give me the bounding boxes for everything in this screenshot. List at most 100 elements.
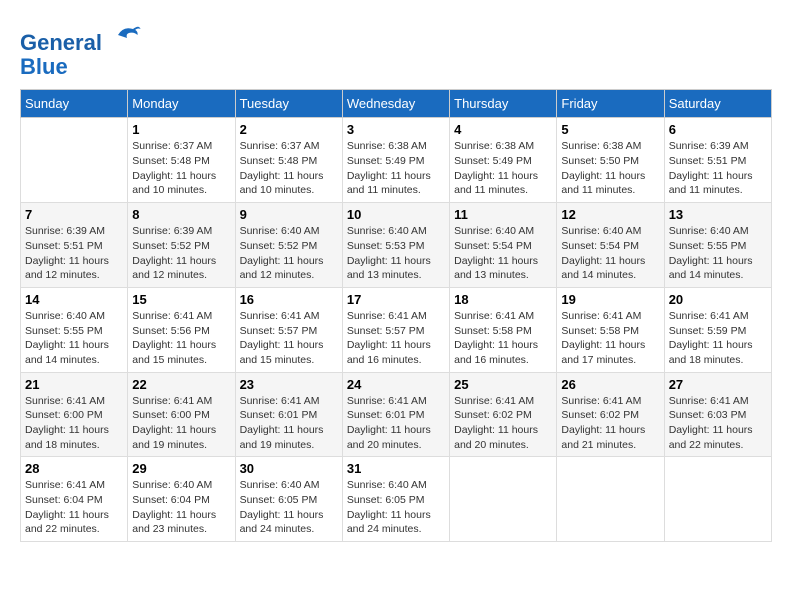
day-number: 25 bbox=[454, 377, 552, 392]
day-info: Sunrise: 6:41 AM Sunset: 6:02 PM Dayligh… bbox=[454, 394, 552, 453]
day-info: Sunrise: 6:41 AM Sunset: 6:00 PM Dayligh… bbox=[132, 394, 230, 453]
day-number: 14 bbox=[25, 292, 123, 307]
day-number: 2 bbox=[240, 122, 338, 137]
header-wednesday: Wednesday bbox=[342, 90, 449, 118]
day-cell: 18 Sunrise: 6:41 AM Sunset: 5:58 PM Dayli… bbox=[450, 287, 557, 372]
day-number: 24 bbox=[347, 377, 445, 392]
day-number: 4 bbox=[454, 122, 552, 137]
calendar-header-row: SundayMondayTuesdayWednesdayThursdayFrid… bbox=[21, 90, 772, 118]
logo: General Blue bbox=[20, 20, 142, 79]
day-number: 9 bbox=[240, 207, 338, 222]
calendar-table: SundayMondayTuesdayWednesdayThursdayFrid… bbox=[20, 89, 772, 542]
week-row-3: 14 Sunrise: 6:40 AM Sunset: 5:55 PM Dayli… bbox=[21, 287, 772, 372]
day-cell bbox=[557, 457, 664, 542]
day-info: Sunrise: 6:38 AM Sunset: 5:49 PM Dayligh… bbox=[347, 139, 445, 198]
day-number: 20 bbox=[669, 292, 767, 307]
day-info: Sunrise: 6:41 AM Sunset: 6:03 PM Dayligh… bbox=[669, 394, 767, 453]
day-number: 15 bbox=[132, 292, 230, 307]
day-cell: 12 Sunrise: 6:40 AM Sunset: 5:54 PM Dayli… bbox=[557, 203, 664, 288]
day-info: Sunrise: 6:38 AM Sunset: 5:50 PM Dayligh… bbox=[561, 139, 659, 198]
day-info: Sunrise: 6:40 AM Sunset: 5:52 PM Dayligh… bbox=[240, 224, 338, 283]
day-cell: 8Sunrise: 6:39 AM Sunset: 5:52 PM Daylig… bbox=[128, 203, 235, 288]
day-number: 29 bbox=[132, 461, 230, 476]
header-tuesday: Tuesday bbox=[235, 90, 342, 118]
day-number: 6 bbox=[669, 122, 767, 137]
day-info: Sunrise: 6:40 AM Sunset: 5:55 PM Dayligh… bbox=[669, 224, 767, 283]
day-info: Sunrise: 6:39 AM Sunset: 5:51 PM Dayligh… bbox=[669, 139, 767, 198]
day-number: 26 bbox=[561, 377, 659, 392]
day-cell: 15Sunrise: 6:41 AM Sunset: 5:56 PM Dayli… bbox=[128, 287, 235, 372]
day-number: 13 bbox=[669, 207, 767, 222]
day-info: Sunrise: 6:41 AM Sunset: 5:59 PM Dayligh… bbox=[669, 309, 767, 368]
day-cell: 20 Sunrise: 6:41 AM Sunset: 5:59 PM Dayli… bbox=[664, 287, 771, 372]
day-info: Sunrise: 6:40 AM Sunset: 5:53 PM Dayligh… bbox=[347, 224, 445, 283]
day-cell bbox=[664, 457, 771, 542]
day-cell: 3 Sunrise: 6:38 AM Sunset: 5:49 PM Daylig… bbox=[342, 118, 449, 203]
day-cell: 29 Sunrise: 6:40 AM Sunset: 6:04 PM Dayli… bbox=[128, 457, 235, 542]
day-info: Sunrise: 6:37 AM Sunset: 5:48 PM Dayligh… bbox=[240, 139, 338, 198]
day-number: 12 bbox=[561, 207, 659, 222]
logo-text: General Blue bbox=[20, 20, 142, 79]
day-number: 10 bbox=[347, 207, 445, 222]
day-cell: 25 Sunrise: 6:41 AM Sunset: 6:02 PM Dayli… bbox=[450, 372, 557, 457]
day-number: 17 bbox=[347, 292, 445, 307]
day-cell: 4 Sunrise: 6:38 AM Sunset: 5:49 PM Daylig… bbox=[450, 118, 557, 203]
day-cell: 6 Sunrise: 6:39 AM Sunset: 5:51 PM Daylig… bbox=[664, 118, 771, 203]
page-header: General Blue bbox=[20, 20, 772, 79]
day-info: Sunrise: 6:39 AM Sunset: 5:51 PM Dayligh… bbox=[25, 224, 123, 283]
day-cell: 26 Sunrise: 6:41 AM Sunset: 6:02 PM Dayli… bbox=[557, 372, 664, 457]
day-info: Sunrise: 6:41 AM Sunset: 6:01 PM Dayligh… bbox=[347, 394, 445, 453]
day-number: 23 bbox=[240, 377, 338, 392]
day-cell: 11 Sunrise: 6:40 AM Sunset: 5:54 PM Dayli… bbox=[450, 203, 557, 288]
day-info: Sunrise: 6:41 AM Sunset: 6:00 PM Dayligh… bbox=[25, 394, 123, 453]
day-info: Sunrise: 6:40 AM Sunset: 6:04 PM Dayligh… bbox=[132, 478, 230, 537]
day-number: 19 bbox=[561, 292, 659, 307]
day-cell: 9 Sunrise: 6:40 AM Sunset: 5:52 PM Daylig… bbox=[235, 203, 342, 288]
logo-bird-icon bbox=[112, 20, 142, 50]
day-cell: 24 Sunrise: 6:41 AM Sunset: 6:01 PM Dayli… bbox=[342, 372, 449, 457]
day-info: Sunrise: 6:41 AM Sunset: 6:02 PM Dayligh… bbox=[561, 394, 659, 453]
day-info: Sunrise: 6:40 AM Sunset: 5:54 PM Dayligh… bbox=[561, 224, 659, 283]
day-number: 7 bbox=[25, 207, 123, 222]
day-cell: 7 Sunrise: 6:39 AM Sunset: 5:51 PM Daylig… bbox=[21, 203, 128, 288]
header-friday: Friday bbox=[557, 90, 664, 118]
day-cell: 14 Sunrise: 6:40 AM Sunset: 5:55 PM Dayli… bbox=[21, 287, 128, 372]
day-cell: 22Sunrise: 6:41 AM Sunset: 6:00 PM Dayli… bbox=[128, 372, 235, 457]
day-info: Sunrise: 6:40 AM Sunset: 5:55 PM Dayligh… bbox=[25, 309, 123, 368]
header-saturday: Saturday bbox=[664, 90, 771, 118]
day-cell: 19 Sunrise: 6:41 AM Sunset: 5:58 PM Dayli… bbox=[557, 287, 664, 372]
week-row-1: 1 Sunrise: 6:37 AM Sunset: 5:48 PM Daylig… bbox=[21, 118, 772, 203]
week-row-4: 21 Sunrise: 6:41 AM Sunset: 6:00 PM Dayli… bbox=[21, 372, 772, 457]
day-info: Sunrise: 6:39 AM Sunset: 5:52 PM Dayligh… bbox=[132, 224, 230, 283]
day-number: 21 bbox=[25, 377, 123, 392]
day-cell: 1 Sunrise: 6:37 AM Sunset: 5:48 PM Daylig… bbox=[128, 118, 235, 203]
day-number: 27 bbox=[669, 377, 767, 392]
day-number: 3 bbox=[347, 122, 445, 137]
day-info: Sunrise: 6:38 AM Sunset: 5:49 PM Dayligh… bbox=[454, 139, 552, 198]
day-cell: 30Sunrise: 6:40 AM Sunset: 6:05 PM Dayli… bbox=[235, 457, 342, 542]
day-info: Sunrise: 6:40 AM Sunset: 6:05 PM Dayligh… bbox=[347, 478, 445, 537]
week-row-2: 7 Sunrise: 6:39 AM Sunset: 5:51 PM Daylig… bbox=[21, 203, 772, 288]
day-info: Sunrise: 6:41 AM Sunset: 5:58 PM Dayligh… bbox=[561, 309, 659, 368]
day-info: Sunrise: 6:40 AM Sunset: 5:54 PM Dayligh… bbox=[454, 224, 552, 283]
day-number: 16 bbox=[240, 292, 338, 307]
day-cell: 5Sunrise: 6:38 AM Sunset: 5:50 PM Daylig… bbox=[557, 118, 664, 203]
day-info: Sunrise: 6:41 AM Sunset: 6:01 PM Dayligh… bbox=[240, 394, 338, 453]
header-sunday: Sunday bbox=[21, 90, 128, 118]
day-info: Sunrise: 6:41 AM Sunset: 6:04 PM Dayligh… bbox=[25, 478, 123, 537]
day-cell: 16 Sunrise: 6:41 AM Sunset: 5:57 PM Dayli… bbox=[235, 287, 342, 372]
day-info: Sunrise: 6:41 AM Sunset: 5:58 PM Dayligh… bbox=[454, 309, 552, 368]
day-info: Sunrise: 6:41 AM Sunset: 5:57 PM Dayligh… bbox=[240, 309, 338, 368]
day-number: 11 bbox=[454, 207, 552, 222]
day-cell: 10 Sunrise: 6:40 AM Sunset: 5:53 PM Dayli… bbox=[342, 203, 449, 288]
week-row-5: 28 Sunrise: 6:41 AM Sunset: 6:04 PM Dayli… bbox=[21, 457, 772, 542]
day-number: 28 bbox=[25, 461, 123, 476]
day-cell: 2 Sunrise: 6:37 AM Sunset: 5:48 PM Daylig… bbox=[235, 118, 342, 203]
day-info: Sunrise: 6:37 AM Sunset: 5:48 PM Dayligh… bbox=[132, 139, 230, 198]
day-cell: 31Sunrise: 6:40 AM Sunset: 6:05 PM Dayli… bbox=[342, 457, 449, 542]
day-number: 18 bbox=[454, 292, 552, 307]
day-cell: 28 Sunrise: 6:41 AM Sunset: 6:04 PM Dayli… bbox=[21, 457, 128, 542]
day-cell: 13 Sunrise: 6:40 AM Sunset: 5:55 PM Dayli… bbox=[664, 203, 771, 288]
day-cell: 27 Sunrise: 6:41 AM Sunset: 6:03 PM Dayli… bbox=[664, 372, 771, 457]
day-number: 1 bbox=[132, 122, 230, 137]
